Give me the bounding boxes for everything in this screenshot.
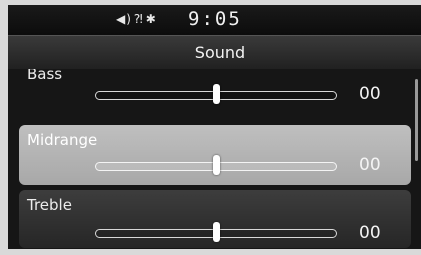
setting-row-treble[interactable]: Treble 00 xyxy=(19,190,411,248)
slider-knob[interactable] xyxy=(212,222,220,242)
page-title: Sound xyxy=(194,43,246,62)
setting-label: Midrange xyxy=(27,131,98,149)
setting-value: 00 xyxy=(359,155,381,175)
slider-track[interactable] xyxy=(95,84,337,104)
title-bar: Sound xyxy=(8,35,421,70)
setting-label: Treble xyxy=(27,196,72,214)
setting-row-bass[interactable]: Bass 00 xyxy=(19,69,411,115)
scrollbar[interactable] xyxy=(415,79,418,161)
status-bar: ◀) ⁈ ✱ 9:05 xyxy=(8,5,421,35)
slider-knob[interactable] xyxy=(212,84,220,104)
phone-signal-icon: ⁈ xyxy=(133,12,144,26)
slider-track[interactable] xyxy=(95,155,337,175)
setting-value: 00 xyxy=(359,223,381,243)
setting-value: 00 xyxy=(359,84,381,104)
setting-row-midrange[interactable]: Midrange 00 xyxy=(19,125,411,185)
slider-track[interactable] xyxy=(95,222,337,242)
settings-list: Bass 00 Midrange 00 Treble 00 xyxy=(8,69,421,249)
audio-screen: ◀) ⁈ ✱ 9:05 Sound Bass 00 Midrange 00 Treb… xyxy=(8,5,421,249)
bluetooth-icon: ✱ xyxy=(145,12,157,26)
status-icons: ◀) ⁈ ✱ xyxy=(116,12,159,26)
volume-icon: ◀) xyxy=(116,12,132,26)
setting-label: Bass xyxy=(27,69,63,83)
slider-knob[interactable] xyxy=(212,155,220,175)
clock: 9:05 xyxy=(188,8,242,30)
